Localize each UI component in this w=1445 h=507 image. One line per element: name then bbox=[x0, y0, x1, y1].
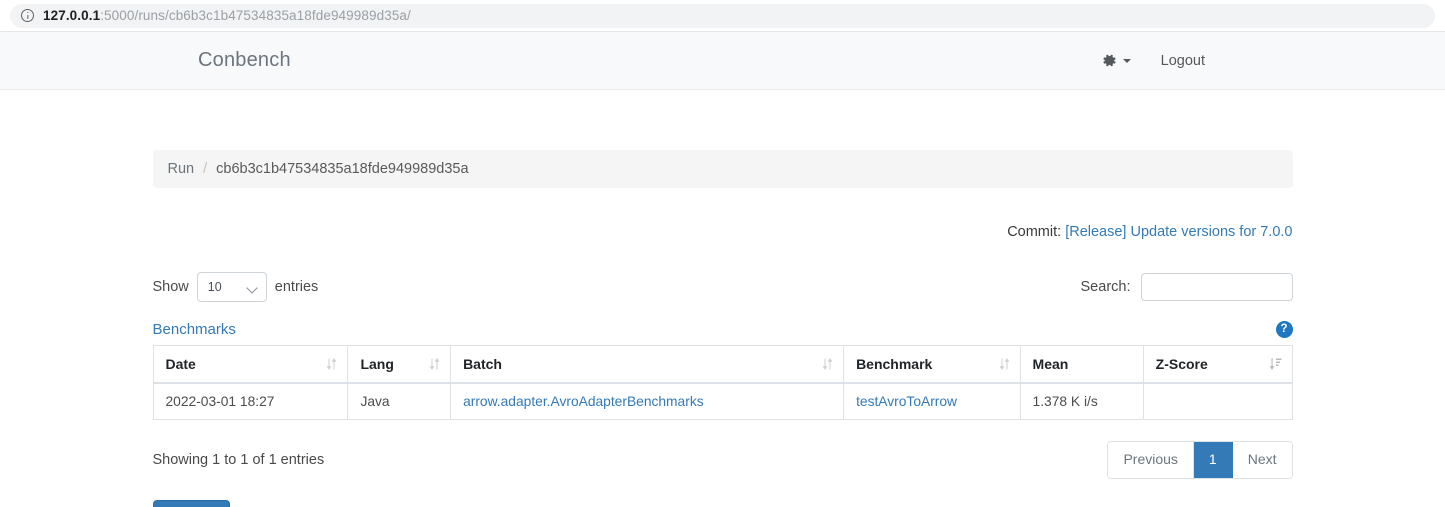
logout-link[interactable]: Logout bbox=[1161, 53, 1205, 69]
pagination-page-1[interactable]: 1 bbox=[1194, 442, 1233, 478]
column-header-benchmark[interactable]: Benchmark bbox=[844, 346, 1020, 384]
sort-descending-icon[interactable] bbox=[1269, 358, 1282, 371]
delete-button[interactable]: Delete bbox=[153, 500, 231, 507]
column-header-batch[interactable]: Batch bbox=[451, 346, 844, 384]
browser-url-bar: 127.0.0.1:5000/runs/cb6b3c1b47534835a18f… bbox=[0, 0, 1445, 32]
table-body: 2022-03-01 18:27 Java arrow.adapter.Avro… bbox=[153, 383, 1292, 420]
column-header-date-label: Date bbox=[166, 356, 196, 372]
column-header-batch-label: Batch bbox=[463, 356, 502, 372]
benchmarks-title-link[interactable]: Benchmarks bbox=[153, 321, 236, 338]
column-header-mean-label: Mean bbox=[1033, 356, 1069, 372]
search-control: Search: bbox=[1081, 273, 1293, 301]
navbar: Conbench Logout bbox=[0, 32, 1445, 90]
chevron-down-icon[interactable] bbox=[1123, 59, 1131, 63]
table-controls: Show 10 entries Search: bbox=[153, 272, 1293, 302]
info-circle-icon[interactable] bbox=[21, 9, 34, 22]
cell-benchmark: testAvroToArrow bbox=[844, 383, 1020, 420]
table-row[interactable]: 2022-03-01 18:27 Java arrow.adapter.Avro… bbox=[153, 383, 1292, 420]
cell-batch: arrow.adapter.AvroAdapterBenchmarks bbox=[451, 383, 844, 420]
brand-link[interactable]: Conbench bbox=[198, 49, 291, 72]
table-title-row: Benchmarks ? bbox=[153, 321, 1293, 338]
url-path: :5000/runs/cb6b3c1b47534835a18fde949989d… bbox=[100, 8, 411, 23]
sort-both-icon[interactable] bbox=[999, 357, 1010, 371]
column-header-benchmark-label: Benchmark bbox=[856, 356, 932, 372]
breadcrumb-item-current: cb6b3c1b47534835a18fde949989d35a bbox=[216, 161, 468, 177]
sort-both-icon[interactable] bbox=[326, 357, 337, 371]
url-input[interactable]: 127.0.0.1:5000/runs/cb6b3c1b47534835a18f… bbox=[10, 4, 1435, 28]
breadcrumb: Run / cb6b3c1b47534835a18fde949989d35a bbox=[153, 150, 1293, 188]
benchmark-link[interactable]: testAvroToArrow bbox=[856, 394, 957, 409]
help-icon[interactable]: ? bbox=[1276, 321, 1293, 338]
cell-date: 2022-03-01 18:27 bbox=[153, 383, 348, 420]
commit-link[interactable]: [Release] Update versions for 7.0.0 bbox=[1065, 224, 1292, 240]
url-text: 127.0.0.1:5000/runs/cb6b3c1b47534835a18f… bbox=[43, 8, 411, 23]
page-length-control: Show 10 entries bbox=[153, 272, 319, 302]
pagination-next[interactable]: Next bbox=[1233, 442, 1292, 478]
breadcrumb-item-run[interactable]: Run bbox=[168, 161, 195, 177]
column-header-lang-label: Lang bbox=[360, 356, 393, 372]
column-header-z-score[interactable]: Z-Score bbox=[1143, 346, 1292, 384]
cell-mean: 1.378 K i/s bbox=[1020, 383, 1143, 420]
page-length-select-wrap[interactable]: 10 bbox=[197, 272, 267, 302]
entries-label: entries bbox=[275, 279, 319, 295]
cell-z-score bbox=[1143, 383, 1292, 420]
cell-lang: Java bbox=[348, 383, 451, 420]
commit-line: Commit: [Release] Update versions for 7.… bbox=[153, 224, 1293, 240]
column-header-mean[interactable]: Mean bbox=[1020, 346, 1143, 384]
benchmarks-table: Date Lang bbox=[153, 345, 1293, 420]
batch-link[interactable]: arrow.adapter.AvroAdapterBenchmarks bbox=[463, 394, 704, 409]
pagination: Previous 1 Next bbox=[1107, 441, 1292, 479]
column-header-date[interactable]: Date bbox=[153, 346, 348, 384]
search-input[interactable] bbox=[1141, 273, 1293, 301]
pagination-previous[interactable]: Previous bbox=[1108, 442, 1193, 478]
search-label: Search: bbox=[1081, 279, 1131, 295]
table-header-row: Date Lang bbox=[153, 346, 1292, 384]
column-header-z-score-label: Z-Score bbox=[1156, 356, 1208, 372]
table-head: Date Lang bbox=[153, 346, 1292, 384]
show-label: Show bbox=[153, 279, 189, 295]
column-header-lang[interactable]: Lang bbox=[348, 346, 451, 384]
page-length-select[interactable]: 10 bbox=[197, 272, 267, 302]
navbar-right: Logout bbox=[1102, 53, 1205, 69]
url-host: 127.0.0.1 bbox=[43, 8, 100, 23]
breadcrumb-separator: / bbox=[203, 161, 207, 177]
settings-dropdown[interactable] bbox=[1102, 53, 1131, 68]
commit-label: Commit: bbox=[1007, 224, 1061, 240]
page-container: Run / cb6b3c1b47534835a18fde949989d35a C… bbox=[153, 90, 1293, 507]
table-info: Showing 1 to 1 of 1 entries bbox=[153, 452, 325, 468]
sort-both-icon[interactable] bbox=[822, 357, 833, 371]
gear-icon[interactable] bbox=[1102, 53, 1117, 68]
table-footer: Showing 1 to 1 of 1 entries Previous 1 N… bbox=[153, 441, 1293, 479]
sort-both-icon[interactable] bbox=[429, 357, 440, 371]
